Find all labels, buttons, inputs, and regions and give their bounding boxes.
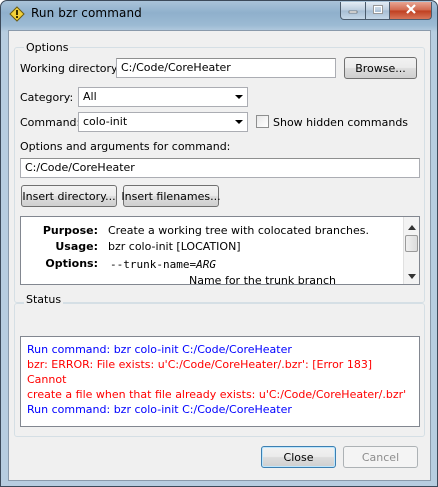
scroll-down-arrow-icon	[407, 269, 416, 282]
minimize-icon	[348, 4, 358, 17]
category-label: Category:	[20, 91, 74, 104]
scroll-up-arrow-icon	[407, 220, 416, 233]
purpose-key: Purpose:	[42, 224, 98, 237]
option-entry: --trunk-name=ARG	[110, 258, 216, 271]
scroll-up-button[interactable]	[404, 218, 419, 234]
command-help-panel[interactable]: Purpose: Create a working tree with colo…	[20, 216, 420, 285]
command-selected-value: colo-init	[83, 115, 128, 128]
scroll-down-button[interactable]	[404, 267, 419, 283]
working-directory-field[interactable]: C:/Code/CoreHeater	[116, 58, 336, 78]
bazaar-app-icon	[9, 6, 25, 22]
dialog-client-area: Options Working directory: C:/Code/CoreH…	[8, 30, 431, 481]
show-hidden-label[interactable]: Show hidden commands	[273, 116, 408, 129]
maximize-button[interactable]	[365, 2, 390, 20]
status-log-line: Run command: bzr colo-init C:/Code/CoreH…	[27, 403, 292, 416]
browse-button[interactable]: Browse...	[344, 57, 417, 79]
chevron-down-icon	[235, 95, 243, 99]
arguments-field[interactable]: C:/Code/CoreHeater	[20, 158, 420, 178]
status-log-line: Run command: bzr colo-init C:/Code/CoreH…	[27, 343, 292, 356]
minimize-button[interactable]	[340, 2, 366, 20]
close-icon	[405, 4, 417, 17]
purpose-value: Create a working tree with colocated bra…	[108, 224, 370, 237]
usage-key: Usage:	[55, 240, 98, 253]
command-label: Command:	[20, 116, 81, 129]
scroll-thumb[interactable]	[405, 235, 418, 252]
insert-directory-button[interactable]: Insert directory...	[21, 185, 117, 207]
window-title: Run bzr command	[31, 6, 142, 20]
usage-value: bzr colo-init [LOCATION]	[108, 240, 241, 253]
command-dropdown[interactable]: colo-init	[78, 112, 248, 132]
option-arg: ARG	[196, 258, 216, 271]
show-hidden-checkbox[interactable]	[256, 115, 269, 128]
category-dropdown[interactable]: All	[78, 87, 248, 107]
options-key: Options:	[45, 257, 98, 270]
close-window-button[interactable]	[389, 2, 432, 20]
run-bzr-command-window: Run bzr command Options Working director…	[0, 0, 438, 487]
insert-filenames-button[interactable]: Insert filenames...	[121, 185, 221, 207]
category-selected-value: All	[83, 90, 97, 103]
option-name: --trunk-name=	[110, 258, 197, 271]
cancel-button[interactable]: Cancel	[343, 446, 418, 468]
status-log-line: bzr: ERROR: File exists: u'C:/Code/CoreH…	[27, 358, 373, 386]
maximize-icon	[372, 4, 383, 17]
help-vertical-scrollbar[interactable]	[403, 217, 419, 284]
arguments-label: Options and arguments for command:	[20, 140, 231, 153]
status-group-label: Status	[24, 293, 64, 306]
option-description: Name for the trunk branch	[189, 274, 337, 285]
status-log-line: create a file when that file already exi…	[27, 388, 407, 401]
close-button[interactable]: Close	[261, 446, 336, 468]
title-bar[interactable]: Run bzr command	[1, 1, 437, 28]
working-directory-label: Working directory:	[20, 62, 121, 75]
options-group-label: Options	[24, 41, 71, 54]
chevron-down-icon	[235, 120, 243, 124]
status-log[interactable]: Run command: bzr colo-init C:/Code/CoreH…	[20, 336, 420, 427]
